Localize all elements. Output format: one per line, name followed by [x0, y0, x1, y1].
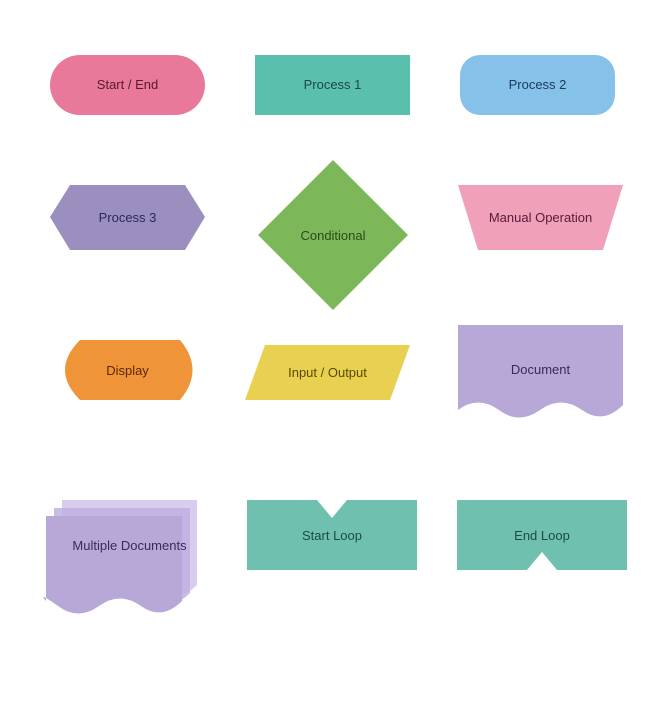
conditional-shape: Conditional [253, 155, 413, 315]
multiple-documents-shape: Multiple Documents [42, 490, 217, 620]
start-end-label: Start / End [97, 77, 158, 94]
start-loop-label: Start Loop [247, 500, 417, 570]
start-end-shape: Start / End [50, 55, 205, 115]
process1-shape: Process 1 [255, 55, 410, 115]
process2-label: Process 2 [509, 77, 567, 94]
process2-shape: Process 2 [460, 55, 615, 115]
flowchart-canvas: Start / End Process 1 Process 2 Process … [0, 0, 669, 704]
document-label: Document [458, 325, 623, 413]
manual-operation-label: Manual Operation [458, 185, 623, 250]
conditional-label: Conditional [253, 155, 413, 315]
io-shape: Input / Output [245, 345, 410, 400]
document-shape: Document [458, 325, 623, 425]
display-shape: Display [50, 340, 205, 400]
display-label: Display [50, 340, 205, 400]
multiple-documents-label: Multiple Documents [42, 490, 217, 620]
process3-shape: Process 3 [50, 185, 205, 250]
manual-operation-shape: Manual Operation [458, 185, 623, 250]
end-loop-shape: End Loop [457, 500, 627, 580]
process3-label: Process 3 [50, 185, 205, 250]
process1-label: Process 1 [304, 77, 362, 94]
io-label: Input / Output [245, 345, 410, 400]
start-loop-shape: Start Loop [247, 500, 417, 580]
end-loop-label: End Loop [457, 500, 627, 570]
